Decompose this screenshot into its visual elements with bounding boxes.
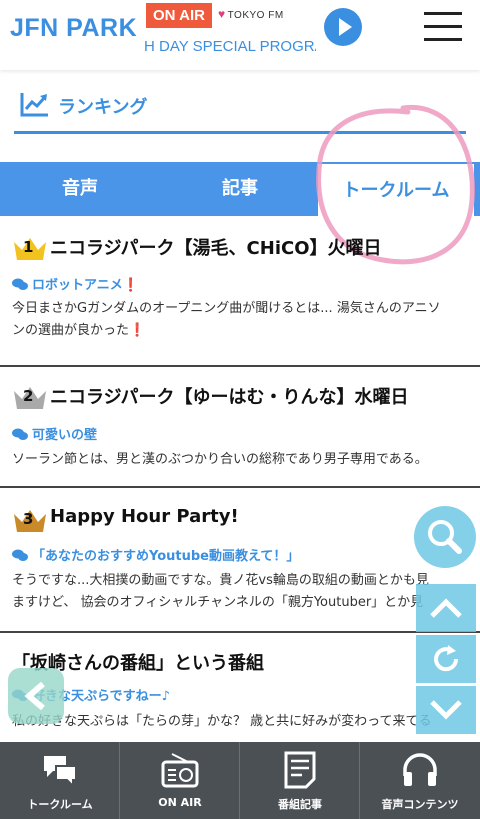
item-title[interactable]: ニコラジパーク【ゆーはむ・りんな】水曜日 [50, 383, 409, 409]
nav-talkroom[interactable]: トークルーム [0, 742, 120, 819]
item-title[interactable]: Happy Hour Party! [50, 506, 239, 527]
excerpt-line: ンの選曲が良かった❗ [12, 320, 480, 342]
refresh-button[interactable] [416, 635, 476, 683]
item-excerpt: 私の好きな天ぷらは「たらの芽」かな？ 歳と共に好みが変わって来てる [12, 711, 480, 733]
nav-label: 音声コンテンツ [381, 798, 459, 811]
category-label: 「あなたのおすすめYoutube動画教えて！」 [32, 549, 300, 564]
item-category[interactable]: 「あなたのおすすめYoutube動画教えて！」 [12, 545, 299, 564]
chevron-up-icon [430, 598, 462, 618]
chevron-down-icon [430, 700, 462, 720]
heart-icon: ♥ [218, 7, 226, 21]
nav-label: ON AIR [158, 796, 202, 809]
site-logo[interactable]: JFN PARK [10, 14, 137, 43]
rank-number: 2 [23, 387, 34, 405]
list-item[interactable]: 3 Happy Hour Party! 「あなたのおすすめYoutube動画教え… [0, 488, 480, 633]
chat-icon [12, 428, 28, 440]
exclamation-icon: ❗ [122, 278, 139, 293]
rank-number: 3 [23, 510, 34, 528]
excerpt-line: 今日まさかGガンダムのオープニング曲が聞けるとは... 湯気さんのアニソ [12, 301, 441, 316]
bottom-navigation: トークルーム ON AIR 番組記事 音声コンテンツ [0, 742, 480, 819]
tab-articles[interactable]: 記事 [160, 162, 320, 216]
item-excerpt: ソーラン節とは、男と漢のぶつかり合いの総称であり男子専用である。 [12, 449, 480, 471]
excerpt-line: ソーラン節とは、男と漢のぶつかり合いの総称であり男子専用である。 [12, 452, 428, 467]
item-title[interactable]: ニコラジパーク【湯毛、CHiCO】火曜日 [50, 234, 382, 260]
station-logo: ♥ TOKYO FM [218, 7, 284, 21]
article-icon [284, 751, 316, 789]
scroll-down-button[interactable] [416, 686, 476, 734]
exclamation-icon: ❗ [129, 323, 146, 338]
chevron-left-icon [24, 681, 45, 711]
chat-bubbles-icon [44, 756, 77, 789]
program-ticker[interactable]: H DAY SPECIAL PROGRAM [144, 38, 316, 55]
nav-label: 番組記事 [278, 798, 322, 811]
excerpt-line: そうですな...大相撲の動画ですな。貴ノ花vs輪島の取組の動画とかも見 [12, 573, 429, 588]
trend-chart-icon [20, 93, 48, 117]
scroll-up-button[interactable] [416, 584, 476, 632]
excerpt-line: 私の好きな天ぷらは「たらの芽」かな？ 歳と共に好みが変わって来てる [12, 714, 432, 729]
onair-badge[interactable]: ON AIR [146, 3, 212, 28]
chat-icon [12, 549, 28, 561]
item-excerpt: 今日まさかGガンダムのオープニング曲が聞けるとは... 湯気さんのアニソ ンの選… [12, 298, 480, 342]
excerpt-text: ンの選曲が良かった [12, 323, 130, 338]
nav-audio-content[interactable]: 音声コンテンツ [360, 742, 480, 819]
back-button[interactable] [8, 668, 64, 724]
headphones-icon [403, 753, 437, 786]
item-category[interactable]: ロボットアニメ❗ [12, 274, 139, 293]
rank-number: 1 [23, 238, 34, 256]
search-button[interactable] [414, 506, 476, 568]
category-label: 可愛いの壁 [32, 428, 98, 443]
radio-icon [161, 753, 199, 788]
excerpt-line: ますけど、 協会のオフィシャルチャンネルの「親方Youtuber」とか見 [12, 595, 424, 610]
chat-icon [12, 278, 28, 290]
nav-onair[interactable]: ON AIR [120, 742, 240, 819]
search-icon [428, 520, 462, 554]
nav-program-articles[interactable]: 番組記事 [240, 742, 360, 819]
list-item[interactable]: 2 ニコラジパーク【ゆーはむ・りんな】水曜日 可愛いの壁 ソーラン節とは、男と漢… [0, 367, 480, 488]
play-button[interactable] [324, 8, 362, 46]
item-excerpt: そうですな...大相撲の動画ですな。貴ノ花vs輪島の取組の動画とかも見 ますけど… [12, 570, 480, 614]
hamburger-menu-icon[interactable] [424, 12, 462, 42]
refresh-icon [434, 645, 459, 672]
category-label: ロボットアニメ [32, 278, 123, 293]
scroll-controls [416, 584, 476, 737]
site-header: JFN PARK ON AIR ♥ TOKYO FM H DAY SPECIAL … [0, 0, 480, 70]
tab-audio[interactable]: 音声 [0, 162, 160, 216]
nav-label: トークルーム [27, 798, 93, 811]
item-category[interactable]: 可愛いの壁 [12, 424, 97, 443]
list-item[interactable]: 「坂崎さんの番組」という番組 好きな天ぷらですねー♪ 私の好きな天ぷらは「たらの… [0, 633, 480, 742]
station-logo-text: TOKYO FM [227, 10, 284, 21]
ranking-title: ランキング [58, 97, 148, 118]
list-item[interactable]: 1 ニコラジパーク【湯毛、CHiCO】火曜日 ロボットアニメ❗ 今日まさかGガン… [0, 216, 480, 367]
